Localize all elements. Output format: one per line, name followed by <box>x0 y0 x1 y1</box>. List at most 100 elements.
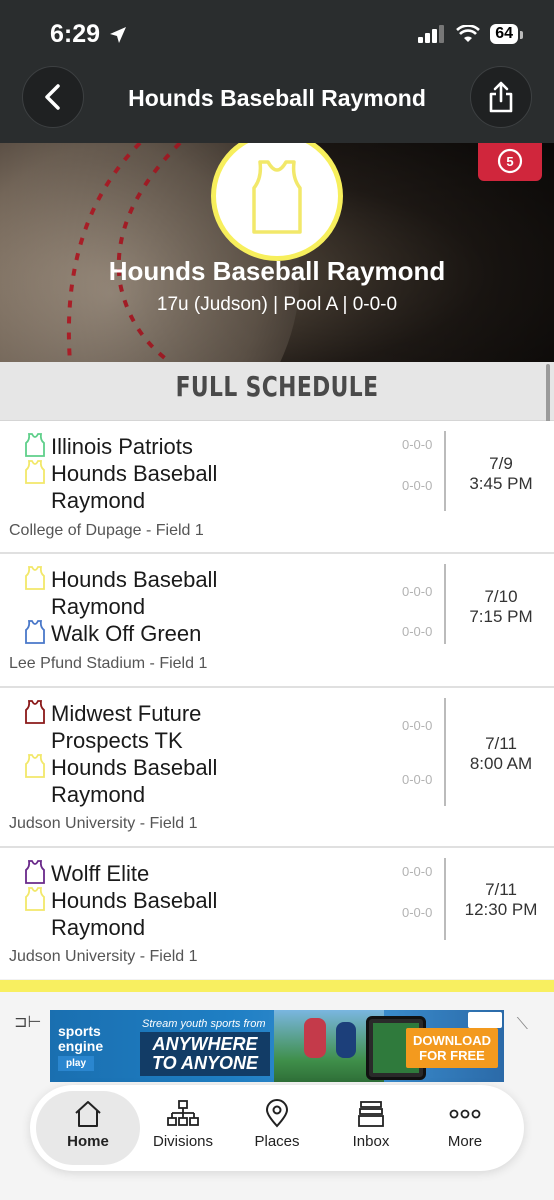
team-name: Hounds Baseball Raymond <box>51 567 218 619</box>
game-datetime: 7/11 12:30 PM <box>448 880 554 920</box>
jersey-icon <box>252 160 302 234</box>
team-record: 0-0-0 <box>402 864 433 879</box>
game-date: 7/9 <box>489 454 513 473</box>
team-record: 0-0-0 <box>402 772 433 787</box>
game-date: 7/11 <box>485 734 517 753</box>
location-arrow-icon <box>110 26 127 43</box>
card-divider <box>444 431 446 511</box>
team-record: 0-0-0 <box>402 905 433 920</box>
jersey-icon <box>25 860 45 884</box>
tab-inbox[interactable]: Inbox <box>324 1091 418 1165</box>
game-venue: Lee Pfund Stadium - Field 1 <box>9 655 208 672</box>
ad-headline: ANYWHERE TO ANYONE <box>140 1032 270 1076</box>
game-card[interactable]: Illinois Patriots 0-0-0 Hounds Baseball … <box>0 421 554 554</box>
schedule-title: FULL SCHEDULE <box>175 370 379 403</box>
ad-logo-text: engine <box>58 1038 104 1054</box>
sportsengine-logo: sports engine play <box>58 1024 103 1071</box>
jersey-icon <box>25 754 45 778</box>
game-list: Illinois Patriots 0-0-0 Hounds Baseball … <box>0 421 554 979</box>
team-name: Hounds Baseball Raymond <box>51 755 218 807</box>
team-name: Walk Off Green <box>51 621 202 646</box>
tab-places[interactable]: Places <box>230 1091 324 1165</box>
team-record: 0-0-0 <box>402 437 433 452</box>
team-name: Midwest Future Prospects TK <box>51 701 202 753</box>
inbox-icon <box>358 1101 384 1127</box>
game-venue: College of Dupage - Field 1 <box>9 522 204 539</box>
game-card[interactable]: Midwest Future Prospects TK 0-0-0 Hounds… <box>0 688 554 848</box>
jersey-icon <box>25 887 45 911</box>
ad-cta-line: FOR FREE <box>419 1048 485 1063</box>
ad-player <box>304 1018 326 1058</box>
game-datetime: 7/11 8:00 AM <box>448 734 554 774</box>
team-name: Wolff Elite <box>51 861 150 886</box>
wifi-icon <box>456 25 481 42</box>
clock: 6:29 <box>50 20 101 48</box>
jersey-icon <box>25 566 45 590</box>
game-time: 8:00 AM <box>469 754 533 773</box>
stream-icon: 5 <box>497 148 523 174</box>
game-card[interactable]: Hounds Baseball Raymond 0-0-0 Walk Off G… <box>0 554 554 688</box>
accent-bar <box>0 980 554 992</box>
jersey-icon <box>25 700 45 724</box>
live-stream-badge[interactable]: 5 <box>478 143 542 181</box>
card-divider <box>444 858 446 940</box>
game-datetime: 7/9 3:45 PM <box>448 454 554 494</box>
battery-indicator: 64 <box>490 24 523 44</box>
tab-label: Divisions <box>152 1133 213 1150</box>
back-button[interactable] <box>22 66 84 128</box>
share-button[interactable] <box>470 66 532 128</box>
game-venue: Judson University - Field 1 <box>9 948 198 965</box>
team-name: Hounds Baseball Raymond <box>108 256 446 286</box>
jersey-icon <box>25 460 45 484</box>
ad-headline-line: TO ANYONE <box>151 1053 258 1073</box>
team-record: 0-0-0 <box>402 584 433 599</box>
tab-more[interactable]: More <box>418 1091 512 1165</box>
card-divider <box>444 564 446 644</box>
jersey-icon <box>25 433 45 457</box>
game-time: 3:45 PM <box>469 474 533 493</box>
team-record: 0-0-0 <box>402 718 433 733</box>
game-date: 7/10 <box>484 587 518 606</box>
tab-label: Places <box>254 1133 300 1150</box>
share-icon <box>489 81 513 113</box>
ad-logo-play: play <box>58 1056 95 1071</box>
page-title: Hounds Baseball Raymond <box>128 85 426 111</box>
top-bar: 6:29 64 Hounds Baseball Raymond <box>0 0 554 143</box>
ad-tagline: Stream youth sports from <box>142 1018 266 1030</box>
ad-banner[interactable]: sports engine play Stream youth sports f… <box>50 1010 504 1082</box>
ad-collapse-icon[interactable]: ⊐⊢ <box>14 1012 41 1032</box>
tab-label: More <box>447 1133 483 1150</box>
team-hero: 5 Hounds Baseball Raymond 17u (Judson) |… <box>0 143 554 362</box>
jersey-icon <box>25 620 45 644</box>
location-pin-icon <box>265 1099 289 1128</box>
tab-divisions[interactable]: Divisions <box>136 1091 230 1165</box>
game-card[interactable]: Wolff Elite 0-0-0 Hounds Baseball Raymon… <box>0 848 554 979</box>
game-time: 12:30 PM <box>464 900 538 919</box>
team-meta: 17u (Judson) | Pool A | 0-0-0 <box>156 294 398 315</box>
svg-text:5: 5 <box>506 154 513 169</box>
game-time: 7:15 PM <box>469 607 533 626</box>
card-divider <box>444 698 446 806</box>
more-dots-icon <box>449 1109 481 1119</box>
tab-label: Home <box>67 1133 109 1150</box>
tab-label: Inbox <box>352 1133 390 1150</box>
ad-headline-line: ANYWHERE <box>152 1034 258 1054</box>
team-record: 0-0-0 <box>402 624 433 639</box>
team-name: Illinois Patriots <box>51 434 193 459</box>
game-date: 7/11 <box>485 880 517 899</box>
ad-close-icon[interactable]: ⟍ <box>517 1016 528 1034</box>
team-record: 0-0-0 <box>402 478 433 493</box>
game-venue: Judson University - Field 1 <box>9 815 198 832</box>
ad-choices-icon[interactable] <box>468 1012 502 1028</box>
ad-cta-line: DOWNLOAD <box>413 1033 491 1048</box>
team-name: Hounds Baseball Raymond <box>51 888 218 940</box>
ad-download-button[interactable]: DOWNLOAD FOR FREE <box>406 1028 498 1068</box>
chevron-left-icon <box>45 84 60 110</box>
game-datetime: 7/10 7:15 PM <box>448 587 554 627</box>
status-icons: 64 <box>418 24 523 44</box>
tab-home[interactable]: Home <box>36 1091 140 1165</box>
divisions-icon <box>167 1100 199 1126</box>
ad-player <box>336 1022 356 1058</box>
team-name: Hounds Baseball Raymond <box>51 461 218 513</box>
home-icon <box>75 1101 101 1127</box>
